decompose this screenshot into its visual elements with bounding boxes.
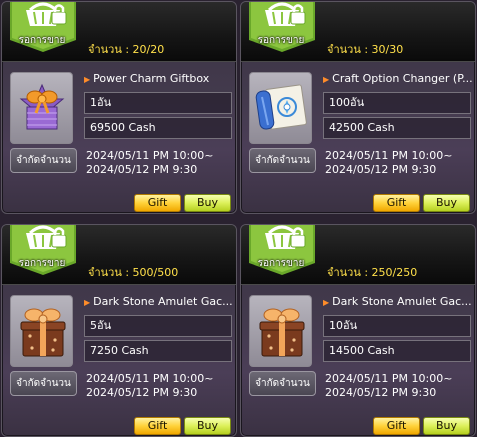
gift-box-purple-icon <box>19 83 65 130</box>
item-thumbnail[interactable] <box>10 72 73 144</box>
quantity-line: จำนวน : 250/250 <box>327 263 417 281</box>
shop-item-card: รอการขาย จำนวน : 500/500 ▶ Dark Stone Amu… <box>1 224 237 437</box>
basket-lock-icon: รอการขาย <box>6 225 80 281</box>
item-price: 42500 Cash <box>323 117 471 139</box>
buy-button[interactable]: Buy <box>184 417 231 435</box>
gift-button[interactable]: Gift <box>373 194 420 212</box>
name-arrow-icon: ▶ <box>84 298 91 307</box>
quantity-line: จำนวน : 20/20 <box>88 40 164 58</box>
item-price: 14500 Cash <box>323 340 471 362</box>
sale-period: 2024/05/11 PM 10:00~ 2024/05/12 PM 9:30 <box>325 372 452 400</box>
limited-quantity-button[interactable]: จำกัดจำนวน <box>10 148 77 173</box>
quantity-line: จำนวน : 500/500 <box>88 263 178 281</box>
limited-quantity-button[interactable]: จำกัดจำนวน <box>10 371 77 396</box>
name-arrow-icon: ▶ <box>323 75 330 84</box>
buy-button[interactable]: Buy <box>423 194 470 212</box>
quantity-label: จำนวน : <box>327 266 369 279</box>
period-start: 2024/05/11 PM 10:00~ <box>325 372 453 385</box>
scroll-icon <box>255 84 307 130</box>
quantity-value: 250/250 <box>371 266 418 279</box>
shop-item-card: รอการขาย จำนวน : 20/20 ▶ Power Charm Gift… <box>1 1 237 214</box>
gift-button[interactable]: Gift <box>134 417 181 435</box>
quantity-value: 30/30 <box>371 43 404 56</box>
gift-box-brown-icon <box>20 308 66 357</box>
quantity-label: จำนวน : <box>88 43 130 56</box>
shop-item-card: รอการขาย จำนวน : 250/250 ▶ Dark Stone Amu… <box>240 224 476 437</box>
limited-quantity-button[interactable]: จำกัดจำนวน <box>249 371 316 396</box>
sale-status-label: รอการขาย <box>18 258 66 269</box>
item-name: ▶ Craft Option Changer (P... <box>323 72 473 88</box>
item-price: 7250 Cash <box>84 340 232 362</box>
card-header: รอการขาย จำนวน : 20/20 <box>2 2 236 62</box>
item-name-text: Power Charm Giftbox <box>93 72 210 85</box>
period-end: 2024/05/12 PM 9:30 <box>86 386 198 399</box>
item-amount: 10อัน <box>323 315 471 337</box>
item-thumbnail[interactable] <box>249 295 312 367</box>
quantity-line: จำนวน : 30/30 <box>327 40 403 58</box>
item-name-text: Dark Stone Amulet Gac... <box>93 295 233 308</box>
period-start: 2024/05/11 PM 10:00~ <box>325 149 453 162</box>
shop-item-card: รอการขาย จำนวน : 30/30 ▶ Craft Option Cha… <box>240 1 476 214</box>
sale-status-label: รอการขาย <box>257 258 305 269</box>
sale-period: 2024/05/11 PM 10:00~ 2024/05/12 PM 9:30 <box>86 149 213 177</box>
gift-box-brown-icon <box>259 308 305 357</box>
name-arrow-icon: ▶ <box>84 75 91 84</box>
quantity-label: จำนวน : <box>327 43 369 56</box>
item-thumbnail[interactable] <box>249 72 312 144</box>
item-name-text: Dark Stone Amulet Gac... <box>332 295 472 308</box>
card-header: รอการขาย จำนวน : 500/500 <box>2 225 236 285</box>
sale-period: 2024/05/11 PM 10:00~ 2024/05/12 PM 9:30 <box>325 149 452 177</box>
card-header: รอการขาย จำนวน : 250/250 <box>241 225 475 285</box>
item-name: ▶ Dark Stone Amulet Gac... <box>84 295 234 311</box>
period-start: 2024/05/11 PM 10:00~ <box>86 149 214 162</box>
quantity-value: 20/20 <box>132 43 165 56</box>
basket-lock-icon: รอการขาย <box>6 2 80 58</box>
sale-period: 2024/05/11 PM 10:00~ 2024/05/12 PM 9:30 <box>86 372 213 400</box>
quantity-label: จำนวน : <box>88 266 130 279</box>
limited-quantity-button[interactable]: จำกัดจำนวน <box>249 148 316 173</box>
item-amount: 1อัน <box>84 92 232 114</box>
period-end: 2024/05/12 PM 9:30 <box>86 163 198 176</box>
quantity-value: 500/500 <box>132 266 179 279</box>
basket-lock-icon: รอการขาย <box>245 225 319 281</box>
period-start: 2024/05/11 PM 10:00~ <box>86 372 214 385</box>
buy-button[interactable]: Buy <box>423 417 470 435</box>
item-name-text: Craft Option Changer (P... <box>332 72 473 85</box>
item-amount: 5อัน <box>84 315 232 337</box>
sale-status-label: รอการขาย <box>18 35 66 46</box>
gift-button[interactable]: Gift <box>373 417 420 435</box>
item-name: ▶ Dark Stone Amulet Gac... <box>323 295 473 311</box>
card-header: รอการขาย จำนวน : 30/30 <box>241 2 475 62</box>
basket-lock-icon: รอการขาย <box>245 2 319 58</box>
sale-status-label: รอการขาย <box>257 35 305 46</box>
buy-button[interactable]: Buy <box>184 194 231 212</box>
item-thumbnail[interactable] <box>10 295 73 367</box>
item-amount: 100อัน <box>323 92 471 114</box>
gift-button[interactable]: Gift <box>134 194 181 212</box>
item-name: ▶ Power Charm Giftbox <box>84 72 234 88</box>
shop-grid: รอการขาย จำนวน : 20/20 ▶ Power Charm Gift… <box>0 0 477 437</box>
item-price: 69500 Cash <box>84 117 232 139</box>
period-end: 2024/05/12 PM 9:30 <box>325 163 437 176</box>
name-arrow-icon: ▶ <box>323 298 330 307</box>
period-end: 2024/05/12 PM 9:30 <box>325 386 437 399</box>
